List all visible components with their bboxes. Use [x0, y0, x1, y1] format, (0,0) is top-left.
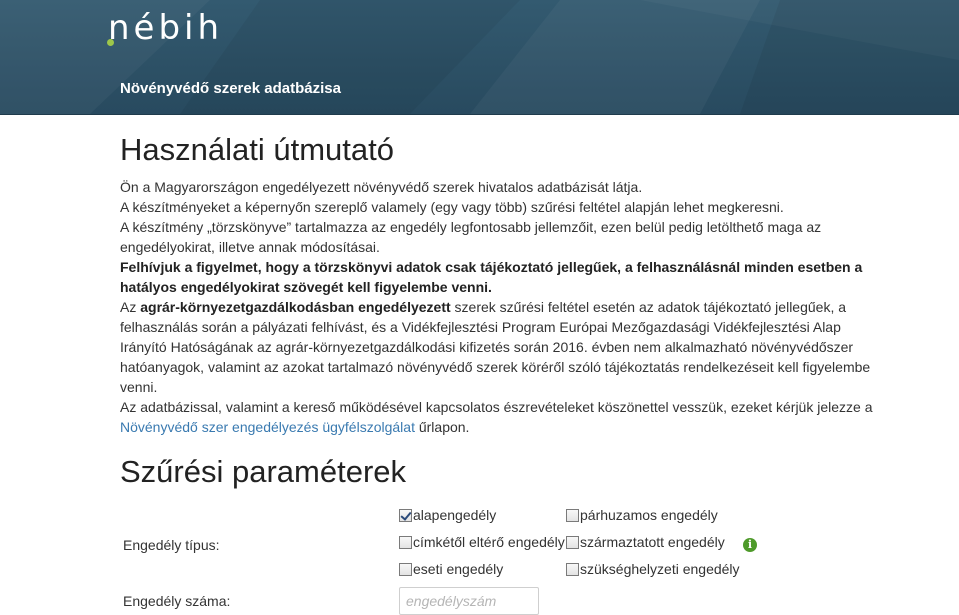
logo-dot-icon [107, 39, 114, 46]
guide-paragraph: Ön a Magyarországon engedélyezett növény… [120, 179, 643, 195]
permit-type-label: Engedély típus: [123, 537, 220, 553]
site-title: Növényvédő szerek adatbázisa [120, 80, 341, 97]
checkbox-cimketol-elero[interactable]: címkétől eltérő engedély [399, 534, 565, 550]
guide-paragraph: Az agrár-környezetgazdálkodásban engedél… [120, 297, 880, 397]
text-fragment: űrlapon. [414, 419, 470, 435]
checkbox-label: alapengedély [413, 507, 497, 523]
checkbox-label: szükséghelyzeti engedély [580, 561, 740, 577]
checkbox-alapengedely[interactable]: alapengedély [399, 507, 496, 523]
checkbox-box[interactable] [566, 562, 579, 576]
checkbox-label: címkétől eltérő engedély [413, 534, 565, 550]
text-fragment: Az adatbázissal, valamint a kereső működ… [120, 399, 873, 415]
agri-env-bold-text: agrár-környezetgazdálkodásban engedélyez… [140, 299, 451, 315]
permit-number-label: Engedély száma: [123, 593, 231, 609]
checkbox-label: eseti engedély [413, 561, 504, 577]
checkbox-szukseghelyzeti[interactable]: szükséghelyzeti engedély [566, 561, 740, 577]
nebih-logo[interactable]: nébih [107, 8, 224, 48]
customer-service-link[interactable]: Növényvédő szer engedélyezés ügyfélszolg… [120, 419, 415, 435]
checkbox-label: párhuzamos engedély [580, 507, 718, 523]
guide-warning: Felhívjuk a figyelmet, hogy a törzskönyv… [120, 257, 880, 297]
guide-paragraph: A készítmény „törzskönyve” tartalmazza a… [120, 219, 822, 255]
info-icon[interactable]: i [743, 538, 757, 552]
checkbox-label: származtatott engedély [580, 534, 725, 550]
filters-title: Szűrési paraméterek [120, 454, 407, 489]
text-fragment: Az [120, 299, 141, 315]
checkbox-szarmaztatott[interactable]: származtatott engedély [566, 534, 725, 550]
guide-paragraph: Az adatbázissal, valamint a kereső működ… [120, 397, 880, 437]
checkbox-box[interactable] [566, 508, 579, 522]
checkbox-box[interactable] [399, 535, 412, 549]
guide-title: Használati útmutató [120, 132, 394, 167]
checkbox-box[interactable] [399, 562, 412, 576]
permit-number-input[interactable] [399, 587, 539, 615]
logo-text: nébih [108, 8, 224, 48]
guide-warning-text: Felhívjuk a figyelmet, hogy a törzskönyv… [120, 259, 863, 295]
guide-text: Ön a Magyarországon engedélyezett növény… [120, 177, 880, 437]
checkbox-box[interactable] [399, 508, 412, 522]
checkbox-parhuzamos[interactable]: párhuzamos engedély [566, 507, 718, 523]
guide-section: Használati útmutató Ön a Magyarországon … [120, 122, 880, 437]
checkbox-eseti[interactable]: eseti engedély [399, 561, 503, 577]
guide-paragraph: A készítményeket a képernyőn szereplő va… [120, 199, 784, 215]
checkbox-box[interactable] [566, 535, 579, 549]
site-header: nébih Növényvédő szerek adatbázisa [0, 0, 959, 115]
